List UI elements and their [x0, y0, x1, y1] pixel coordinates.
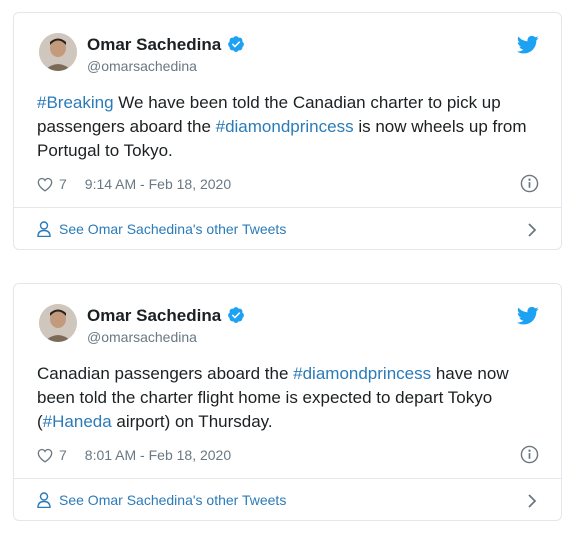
divider — [14, 207, 561, 208]
tweet-timestamp[interactable]: 8:01 AM - Feb 18, 2020 — [85, 447, 231, 463]
tweet-card[interactable]: Omar Sachedina @omarsachedina Canadian p… — [13, 283, 562, 521]
tweet-timestamp[interactable]: 9:14 AM - Feb 18, 2020 — [85, 176, 231, 192]
avatar[interactable] — [39, 304, 77, 342]
tweet-text: Canadian passengers aboard the #diamondp… — [37, 362, 537, 434]
other-tweets-link[interactable]: See Omar Sachedina's other Tweets — [37, 221, 286, 237]
person-icon — [37, 492, 51, 508]
like-count[interactable]: 7 — [59, 176, 67, 192]
other-tweets-label[interactable]: See Omar Sachedina's other Tweets — [59, 492, 286, 508]
tweet-card[interactable]: Omar Sachedina @omarsachedina #Breaking … — [13, 12, 562, 250]
hashtag-link[interactable]: #diamondprincess — [216, 117, 354, 136]
hashtag-link[interactable]: #Breaking — [37, 93, 114, 112]
author-name[interactable]: Omar Sachedina — [87, 306, 221, 326]
verified-badge-icon — [228, 36, 244, 52]
twitter-bird-icon[interactable] — [517, 306, 539, 326]
avatar[interactable] — [39, 33, 77, 71]
author-handle[interactable]: @omarsachedina — [87, 329, 197, 345]
author-handle[interactable]: @omarsachedina — [87, 58, 197, 74]
tweet-meta: 7 8:01 AM - Feb 18, 2020 — [37, 447, 231, 463]
twitter-bird-icon[interactable] — [517, 35, 539, 55]
tweet-meta: 7 9:14 AM - Feb 18, 2020 — [37, 176, 231, 192]
like-count[interactable]: 7 — [59, 447, 67, 463]
tweet-text-segment: Canadian passengers aboard the — [37, 364, 294, 383]
person-icon — [37, 221, 51, 237]
heart-icon[interactable] — [37, 448, 53, 463]
other-tweets-link[interactable]: See Omar Sachedina's other Tweets — [37, 492, 286, 508]
verified-badge-icon — [228, 307, 244, 323]
chevron-right-icon[interactable] — [527, 493, 537, 509]
author-name[interactable]: Omar Sachedina — [87, 35, 221, 55]
other-tweets-label[interactable]: See Omar Sachedina's other Tweets — [59, 221, 286, 237]
info-icon[interactable] — [520, 174, 539, 193]
hashtag-link[interactable]: #diamondprincess — [293, 364, 431, 383]
hashtag-link[interactable]: #Haneda — [43, 412, 112, 431]
chevron-right-icon[interactable] — [527, 222, 537, 238]
info-icon[interactable] — [520, 445, 539, 464]
tweet-text: #Breaking We have been told the Canadian… — [37, 91, 537, 163]
tweet-text-segment: airport) on Thursday. — [111, 412, 273, 431]
heart-icon[interactable] — [37, 177, 53, 192]
divider — [14, 478, 561, 479]
